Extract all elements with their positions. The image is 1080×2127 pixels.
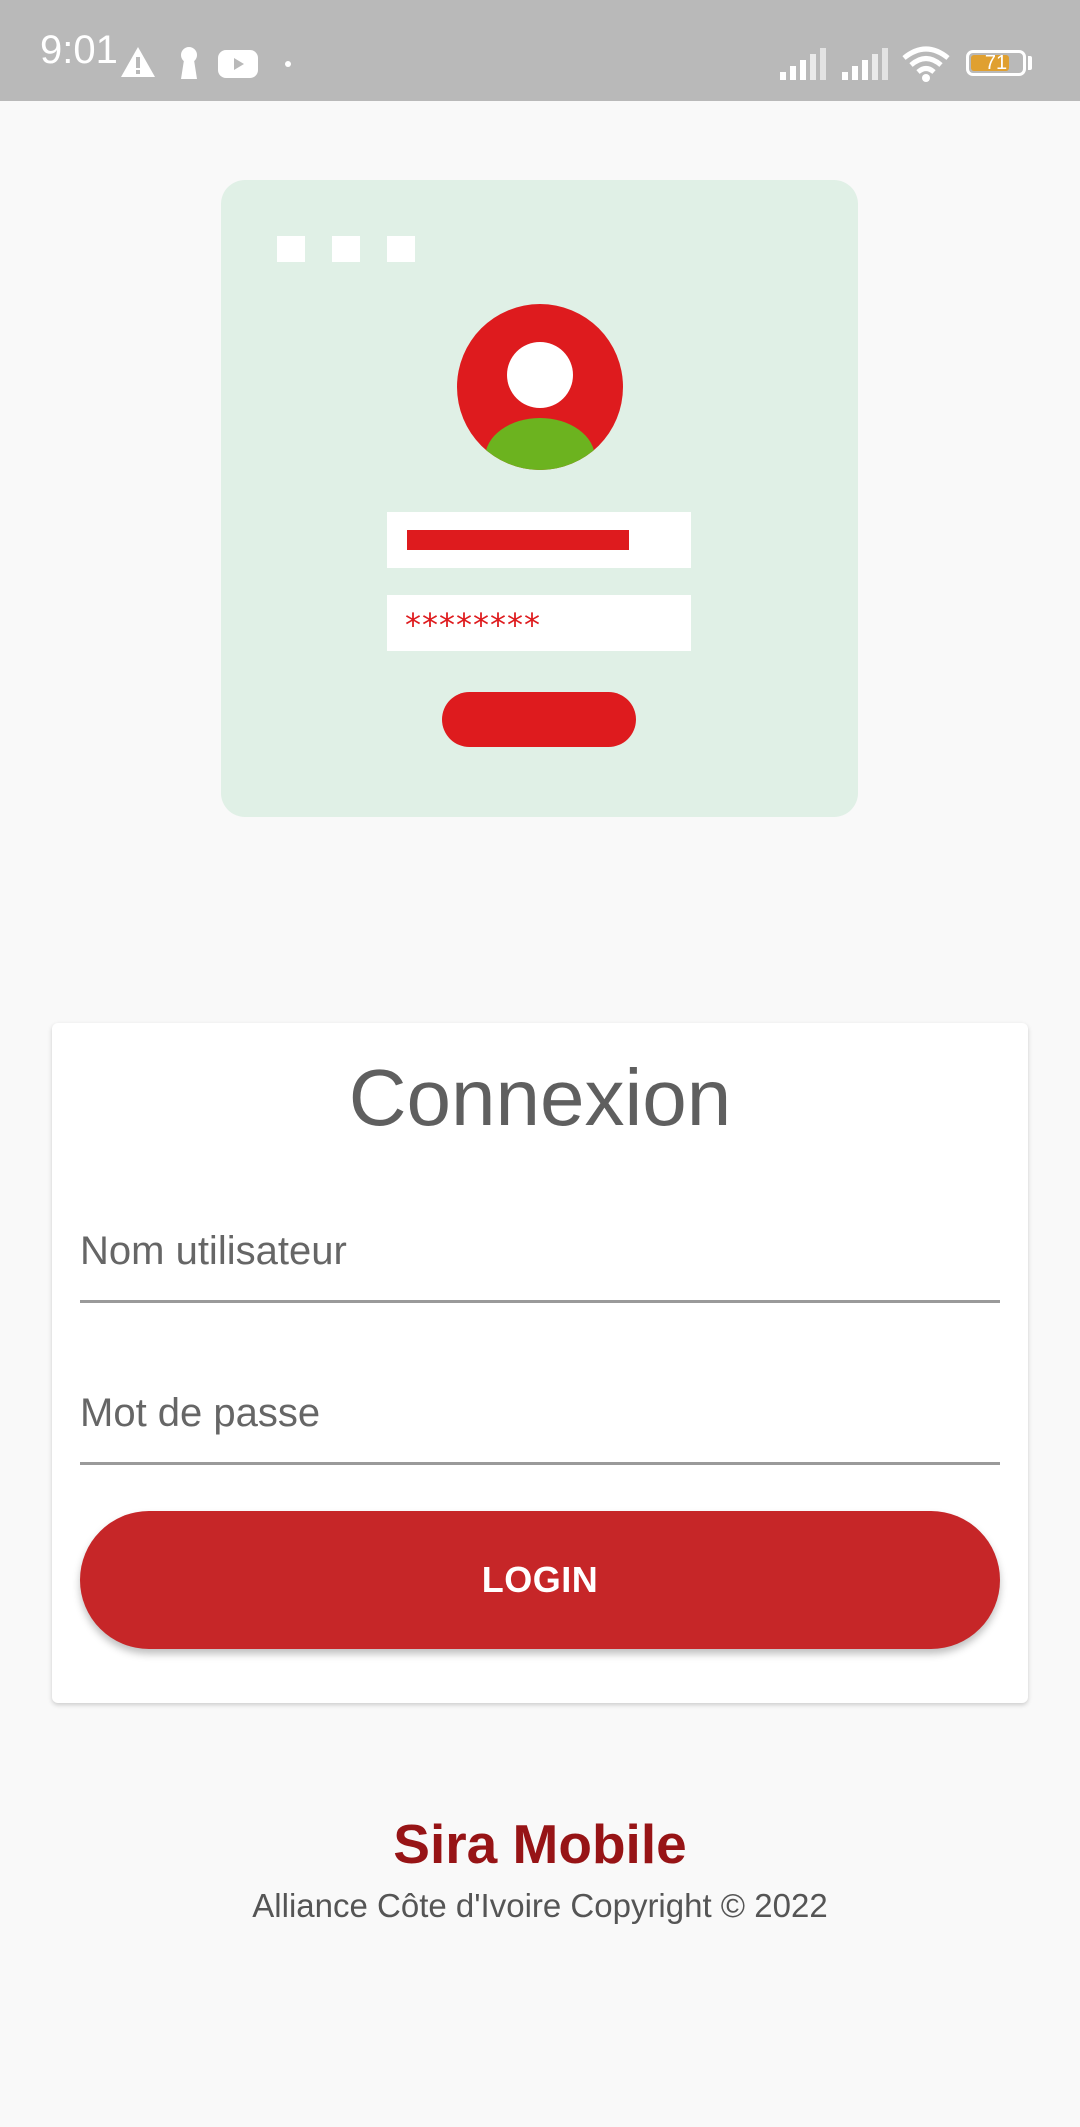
wifi-icon (902, 46, 950, 82)
username-input[interactable] (80, 1183, 1000, 1303)
status-bar: 9:01 71 (0, 0, 1080, 101)
battery-nub (1028, 56, 1032, 70)
copyright-text: Alliance Côte d'Ivoire Copyright © 2022 (252, 1887, 828, 1924)
illustration-username-field (387, 512, 691, 568)
window-dot (277, 236, 305, 262)
illustration-button (442, 692, 636, 747)
status-time: 9:01 (40, 28, 118, 72)
username-field-wrapper (80, 1183, 1000, 1303)
page-title: Connexion (348, 1053, 732, 1142)
warning-icon (121, 47, 155, 77)
login-illustration: ******** (221, 180, 858, 817)
youtube-icon (218, 50, 258, 78)
password-field-wrapper (80, 1345, 1000, 1465)
keyhole-icon (181, 47, 197, 79)
signal-icon (780, 48, 826, 80)
user-avatar-icon (457, 304, 623, 470)
login-card: Connexion LOGIN (52, 1023, 1028, 1703)
login-button[interactable]: LOGIN (80, 1511, 1000, 1649)
brand-name: Sira Mobile (393, 1813, 687, 1875)
battery-level: 71 (984, 52, 1008, 74)
password-input[interactable] (80, 1345, 1000, 1465)
dot-icon (285, 61, 291, 67)
signal-icon (842, 48, 888, 80)
window-dot (387, 236, 415, 262)
battery-icon: 71 (966, 50, 1026, 76)
window-dot (332, 236, 360, 262)
illustration-password-mask: ******** (405, 606, 541, 644)
illustration-password-field: ******** (387, 595, 691, 651)
